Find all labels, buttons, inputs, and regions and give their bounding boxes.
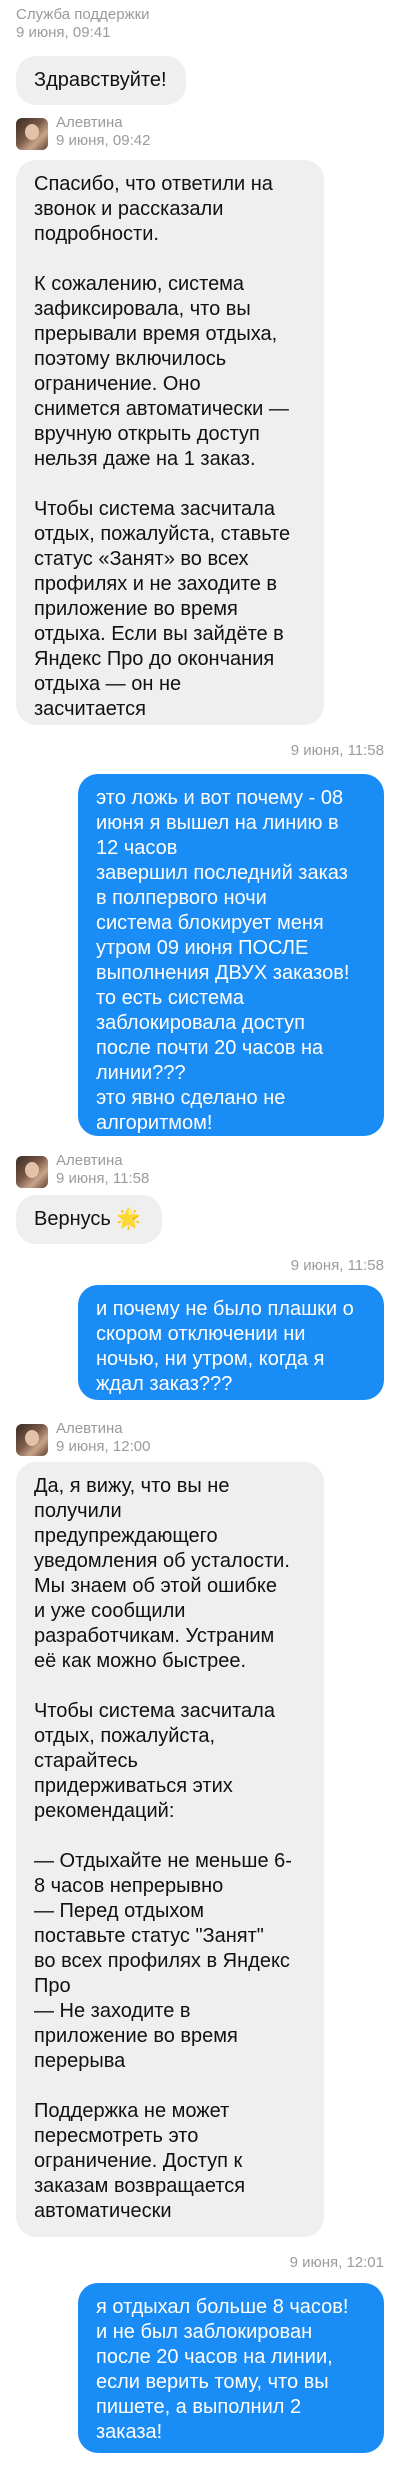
outgoing-message[interactable]: и почему не было плашки о скором отключе… [78,1285,384,1400]
message-time: 9 июня, 11:58 [290,1257,384,1274]
sender-info: Алевтина 9 июня, 12:00 [56,1420,150,1456]
sender-name: Служба поддержки [16,6,150,23]
message-time: 9 июня, 12:01 [289,2254,384,2271]
sender-info: Алевтина 9 июня, 11:58 [56,1152,149,1188]
incoming-message[interactable]: Да, я вижу, что вы не получили предупреж… [16,1462,324,2237]
agent-avatar [16,1156,48,1188]
sender-name: Алевтина [56,114,123,131]
sender-name: Алевтина [56,1420,123,1437]
message-time: 9 июня, 09:42 [56,132,151,149]
message-time: 9 июня, 11:58 [56,1170,150,1187]
agent-avatar [16,1424,48,1456]
incoming-message[interactable]: Спасибо, что ответили на звонок и расска… [16,160,324,725]
support-header: Служба поддержки 9 июня, 09:41 [16,6,150,42]
message-time: 9 июня, 09:41 [16,24,111,41]
sender-name: Алевтина [56,1152,123,1169]
message-time: 9 июня, 12:00 [56,1438,151,1455]
incoming-message[interactable]: Вернусь 🌟 [16,1195,162,1244]
agent-avatar [16,118,48,150]
outgoing-message[interactable]: я отдыхал больше 8 часов! и не был забло… [78,2283,384,2453]
message-time: 9 июня, 11:58 [290,742,384,759]
outgoing-message[interactable]: это ложь и вот почему - 08 июня я вышел … [78,774,384,1136]
incoming-message[interactable]: Здравствуйте! [16,56,186,105]
sender-info: Алевтина 9 июня, 09:42 [56,114,150,150]
